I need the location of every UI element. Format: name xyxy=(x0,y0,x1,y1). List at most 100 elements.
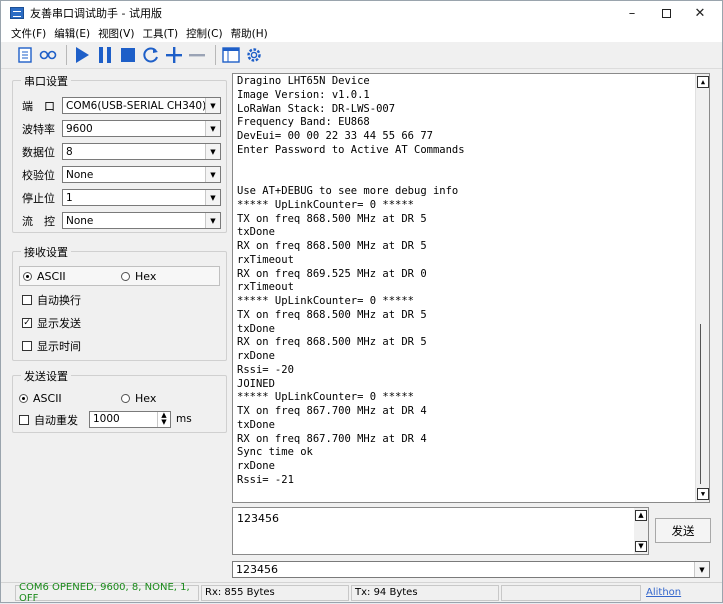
chevron-down-icon[interactable]: ▼ xyxy=(205,213,220,228)
send-hex-label: Hex xyxy=(135,391,157,405)
add-icon[interactable] xyxy=(164,44,184,66)
interval-unit: ms xyxy=(176,413,192,425)
auto-wrap-checkbox[interactable]: 自动换行 xyxy=(22,291,81,309)
play-icon[interactable] xyxy=(72,44,92,66)
send-button[interactable]: 发送 xyxy=(655,518,711,543)
stepper-icon[interactable]: ▲ ▼ xyxy=(157,412,170,427)
window-title: 友善串口调试助手 - 试用版 xyxy=(30,7,162,20)
menu-control[interactable]: 控制(C) xyxy=(182,26,227,41)
chevron-down-icon[interactable]: ▼ xyxy=(205,121,220,136)
auto-wrap-label: 自动换行 xyxy=(37,294,81,307)
window-layout-icon[interactable] xyxy=(221,44,241,66)
stopbits-value: 1 xyxy=(66,191,73,204)
send-scrollbar[interactable]: ▲ ▼ xyxy=(634,508,648,554)
resend-interval-input[interactable]: 1000 ▲ ▼ xyxy=(89,411,171,428)
scroll-up-icon[interactable]: ▲ xyxy=(635,510,647,521)
send-history-value: 123456 xyxy=(236,563,278,576)
close-button[interactable]: ✕ xyxy=(683,1,717,25)
resend-interval-value: 1000 xyxy=(93,413,120,425)
chevron-down-icon[interactable]: ▼ xyxy=(205,98,220,113)
chevron-down-icon[interactable]: ▼ xyxy=(205,190,220,205)
radio-icon[interactable] xyxy=(121,271,130,281)
auto-resend-label: 自动重发 xyxy=(34,414,78,427)
maximize-button[interactable] xyxy=(649,1,683,25)
checkbox-checked-icon[interactable]: ✓ xyxy=(22,318,32,328)
send-ascii-label: ASCII xyxy=(33,391,62,405)
port-row: 端 口 xyxy=(17,97,60,115)
port-select[interactable]: COM6(USB-SERIAL CH340) ▼ xyxy=(62,97,221,114)
menu-bar: 文件(F) 编辑(E) 视图(V) 工具(T) 控制(C) 帮助(H) xyxy=(1,25,722,42)
refresh-icon[interactable] xyxy=(141,44,161,66)
scroll-down-icon[interactable]: ▼ xyxy=(635,541,647,552)
serial-settings-title: 串口设置 xyxy=(21,73,71,89)
status-bar: COM6 OPENED, 9600, 8, NONE, 1, OFF Rx: 8… xyxy=(1,582,722,604)
show-send-label: 显示发送 xyxy=(37,317,81,330)
menu-view[interactable]: 视图(V) xyxy=(94,26,138,41)
databits-value: 8 xyxy=(66,145,73,158)
flow-label: 流 控 xyxy=(22,215,55,228)
stop-icon[interactable] xyxy=(118,44,138,66)
receive-settings-title: 接收设置 xyxy=(21,244,71,260)
chevron-down-icon[interactable]: ▼ xyxy=(205,144,220,159)
status-empty xyxy=(501,584,641,601)
receive-settings-group: 接收设置 ASCII Hex 自动换行 ✓ 显示发送 显示时间 xyxy=(12,244,227,361)
flow-value: None xyxy=(66,214,94,227)
menu-edit[interactable]: 编辑(E) xyxy=(50,26,94,41)
checkbox-icon[interactable] xyxy=(22,341,32,351)
show-time-label: 显示时间 xyxy=(37,340,81,353)
receive-hex-radio[interactable]: Hex xyxy=(121,267,156,285)
baud-label: 波特率 xyxy=(22,123,55,136)
show-send-checkbox[interactable]: ✓ 显示发送 xyxy=(22,314,81,332)
app-icon xyxy=(10,7,24,19)
show-time-checkbox[interactable]: 显示时间 xyxy=(22,337,81,355)
checkbox-icon[interactable] xyxy=(22,295,32,305)
send-textarea[interactable]: 123456 xyxy=(232,507,649,555)
flow-select[interactable]: None ▼ xyxy=(62,212,221,229)
menu-tools[interactable]: 工具(T) xyxy=(138,26,182,41)
port-value: COM6(USB-SERIAL CH340) xyxy=(66,99,207,112)
scrollbar-thumb[interactable] xyxy=(700,324,706,484)
parity-label: 校验位 xyxy=(22,169,55,182)
databits-row: 数据位 xyxy=(17,143,60,161)
send-settings-title: 发送设置 xyxy=(21,368,71,384)
receive-ascii-radio[interactable]: ASCII xyxy=(23,267,66,285)
parity-row: 校验位 xyxy=(17,166,60,184)
stopbits-select[interactable]: 1 ▼ xyxy=(62,189,221,206)
receive-textarea[interactable]: Dragino LHT65N Device Image Version: v1.… xyxy=(232,73,710,503)
brand-link[interactable]: Alithon xyxy=(643,585,699,601)
document-icon[interactable] xyxy=(15,44,35,66)
toolbar xyxy=(1,42,722,69)
chevron-down-icon[interactable]: ▼ xyxy=(694,562,709,577)
minimize-button[interactable]: – xyxy=(615,1,649,25)
radio-selected-icon[interactable] xyxy=(23,271,32,281)
menu-file[interactable]: 文件(F) xyxy=(7,26,50,41)
gear-icon[interactable] xyxy=(244,44,264,66)
send-history-select[interactable]: 123456 ▼ xyxy=(232,561,710,578)
scroll-up-icon[interactable]: ▲ xyxy=(697,76,709,88)
scroll-down-icon[interactable]: ▼ xyxy=(697,488,709,500)
receive-scrollbar[interactable]: ▲ ▼ xyxy=(695,74,709,502)
radio-selected-icon[interactable] xyxy=(19,393,28,403)
title-bar: 友善串口调试助手 - 试用版 – ✕ xyxy=(1,1,722,25)
radio-icon[interactable] xyxy=(121,393,130,403)
send-hex-radio[interactable]: Hex xyxy=(121,389,156,407)
stopbits-label: 停止位 xyxy=(22,192,55,205)
loop-icon[interactable] xyxy=(38,44,58,66)
baud-select[interactable]: 9600 ▼ xyxy=(62,120,221,137)
rx-count: Rx: 855 Bytes xyxy=(201,584,349,601)
parity-select[interactable]: None ▼ xyxy=(62,166,221,183)
toolbar-separator xyxy=(66,45,67,65)
stopbits-row: 停止位 xyxy=(17,189,60,207)
remove-icon[interactable] xyxy=(187,44,207,66)
pause-icon[interactable] xyxy=(95,44,115,66)
checkbox-icon[interactable] xyxy=(19,415,29,425)
send-settings-group: 发送设置 ASCII Hex 自动重发 1000 ▲ ▼ ms xyxy=(12,368,227,433)
databits-select[interactable]: 8 ▼ xyxy=(62,143,221,160)
app-window: 友善串口调试助手 - 试用版 – ✕ 文件(F) 编辑(E) 视图(V) 工具(… xyxy=(0,0,723,604)
receive-hex-label: Hex xyxy=(135,269,157,283)
send-ascii-radio[interactable]: ASCII xyxy=(19,389,62,407)
parity-value: None xyxy=(66,168,94,181)
auto-resend-checkbox[interactable]: 自动重发 xyxy=(19,411,78,429)
menu-help[interactable]: 帮助(H) xyxy=(227,26,272,41)
chevron-down-icon[interactable]: ▼ xyxy=(205,167,220,182)
